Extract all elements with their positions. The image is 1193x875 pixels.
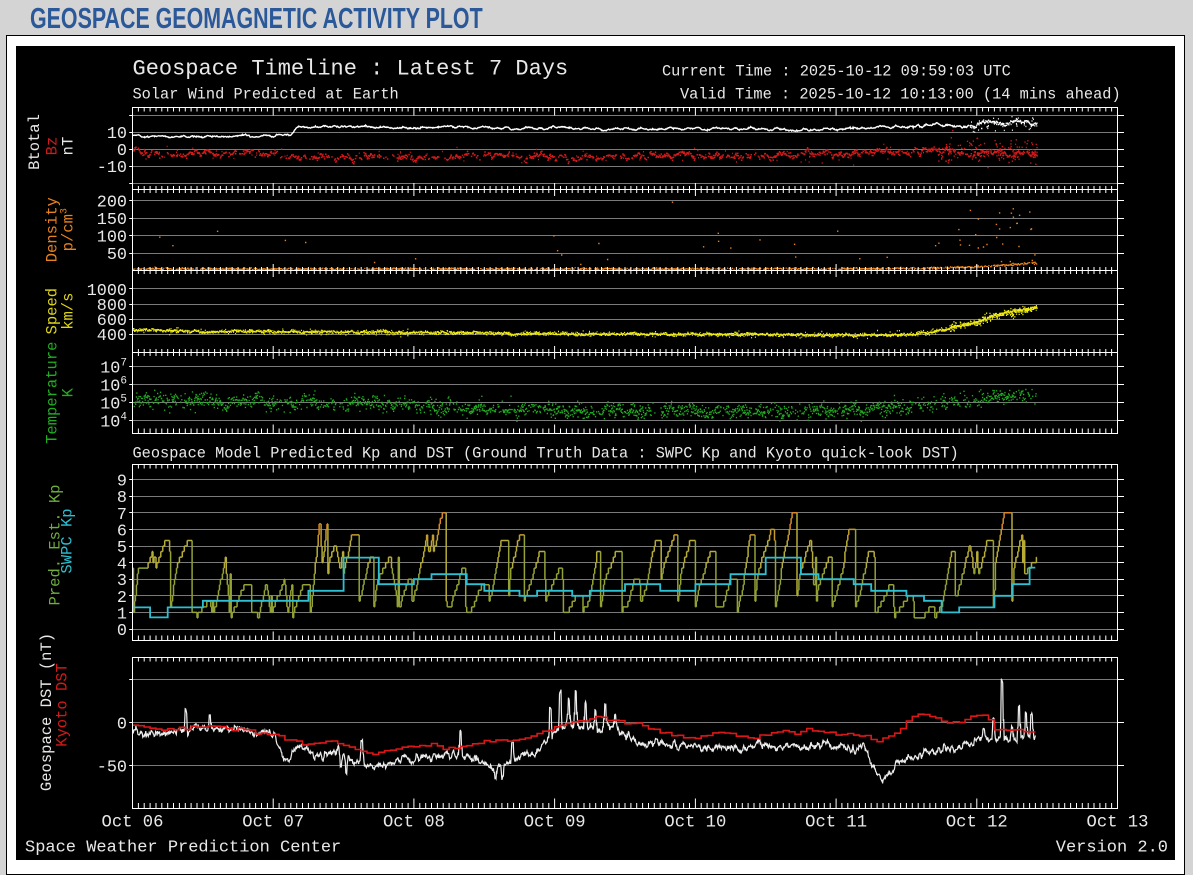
svg-text:4: 4 <box>117 556 127 575</box>
svg-text:200: 200 <box>97 194 127 213</box>
svg-text:Oct 11: Oct 11 <box>805 814 867 833</box>
svg-text:Oct 06: Oct 06 <box>102 814 164 833</box>
svg-text:0: 0 <box>117 716 127 735</box>
svg-text:5: 5 <box>117 539 127 558</box>
svg-text:km/s: km/s <box>60 293 78 330</box>
svg-text:K: K <box>60 387 78 397</box>
svg-text:-10: -10 <box>97 159 127 178</box>
svg-text:50: 50 <box>107 246 127 265</box>
svg-text:8: 8 <box>117 489 127 508</box>
svg-text:400: 400 <box>97 327 127 346</box>
svg-text:7: 7 <box>117 506 127 525</box>
svg-text:Oct 08: Oct 08 <box>383 814 445 833</box>
svg-text:SWPC Kp: SWPC Kp <box>59 508 77 573</box>
svg-text:p/cm3: p/cm3 <box>60 208 78 251</box>
svg-text:Oct 12: Oct 12 <box>946 814 1008 833</box>
svg-text:Geospace Model Predicted Kp an: Geospace Model Predicted Kp and DST (Gro… <box>133 445 959 463</box>
svg-text:6: 6 <box>117 522 127 541</box>
svg-text:Oct 09: Oct 09 <box>524 814 586 833</box>
svg-text:Oct 13: Oct 13 <box>1087 814 1149 833</box>
svg-text:nT: nT <box>60 137 78 156</box>
svg-text:Current Time : 2025-10-12 09:5: Current Time : 2025-10-12 09:59:03 UTC <box>662 63 1011 81</box>
svg-text:9: 9 <box>117 473 127 492</box>
svg-text:Kyoto DST: Kyoto DST <box>54 663 72 747</box>
svg-text:Oct 07: Oct 07 <box>242 814 304 833</box>
svg-text:3: 3 <box>117 572 127 591</box>
svg-text:Btotal: Btotal <box>26 114 44 170</box>
svg-text:104: 104 <box>100 411 127 432</box>
svg-text:Solar Wind Predicted at Earth: Solar Wind Predicted at Earth <box>133 86 399 104</box>
svg-text:Oct 10: Oct 10 <box>664 814 726 833</box>
svg-text:0: 0 <box>117 622 127 641</box>
svg-text:Geospace Timeline : Latest 7 D: Geospace Timeline : Latest 7 Days <box>133 57 569 82</box>
svg-text:Space Weather Prediction Cente: Space Weather Prediction Center <box>25 839 341 858</box>
svg-text:1: 1 <box>117 605 127 624</box>
svg-text:-50: -50 <box>97 759 127 778</box>
svg-text:100: 100 <box>97 229 127 248</box>
svg-text:2: 2 <box>117 589 127 608</box>
svg-text:150: 150 <box>97 211 127 230</box>
svg-text:Valid Time : 2025-10-12 10:13:: Valid Time : 2025-10-12 10:13:00 (14 min… <box>680 86 1121 104</box>
svg-text:Version 2.0: Version 2.0 <box>1056 839 1168 858</box>
